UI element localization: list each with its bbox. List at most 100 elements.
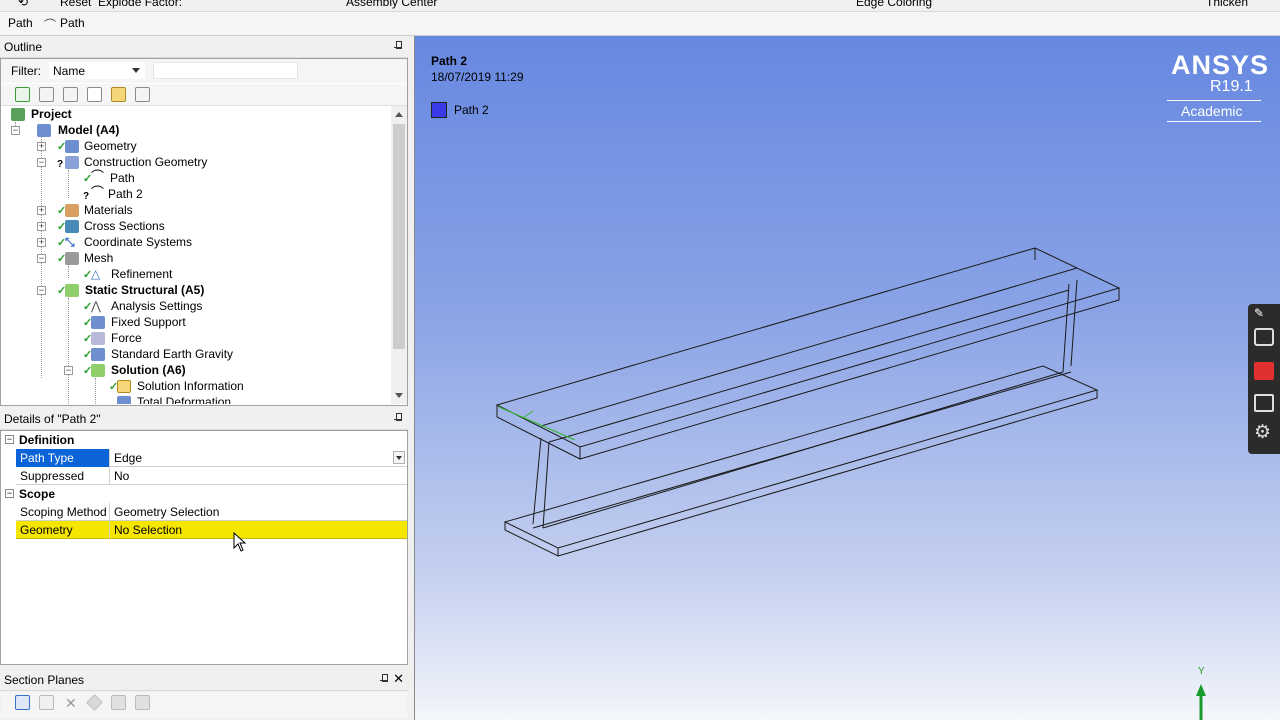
camera-icon[interactable]	[1254, 328, 1274, 346]
cross-sections-icon	[65, 220, 79, 233]
collapse-icon[interactable]: −	[37, 158, 46, 167]
pin-icon[interactable]	[380, 674, 388, 684]
tree-label: Fixed Support	[111, 315, 186, 329]
expand-icon[interactable]: +	[37, 238, 46, 247]
fixed-support-icon	[91, 316, 105, 329]
project-icon	[11, 108, 25, 121]
edge-coloring-button[interactable]: Edge Coloring	[856, 0, 932, 9]
row-geometry[interactable]: Geometry No Selection	[16, 521, 407, 539]
collapse-icon[interactable]: −	[5, 435, 14, 444]
expand-icon[interactable]: +	[37, 142, 46, 151]
geometry-value[interactable]: No Selection	[110, 521, 407, 539]
delete-icon[interactable]: ✕	[65, 695, 77, 712]
path-toolbar: Path ⌒ Path	[0, 12, 1280, 36]
pin-icon[interactable]	[394, 413, 402, 423]
scroll-up-icon[interactable]	[395, 112, 403, 117]
tree-label: Cross Sections	[84, 219, 165, 233]
expand-icon[interactable]: +	[37, 222, 46, 231]
tree-label: Analysis Settings	[111, 299, 203, 313]
details-panel-title: Details of "Path 2"	[0, 408, 408, 430]
tree-label: Path 2	[108, 187, 143, 201]
folder-icon[interactable]	[111, 87, 126, 102]
expand-tree-icon[interactable]	[63, 87, 78, 102]
close-icon[interactable]: ✕	[393, 671, 404, 687]
tree-scrollbar[interactable]	[391, 106, 407, 404]
filter-select[interactable]: Name	[49, 62, 145, 79]
show-elements-icon[interactable]	[111, 695, 126, 710]
filter-input[interactable]	[153, 62, 298, 79]
suppressed-value[interactable]: No	[110, 467, 407, 485]
assembly-center-select[interactable]: Assembly Center	[346, 0, 437, 9]
show-plane-icon[interactable]	[86, 694, 103, 711]
outline-panel-title: Outline	[0, 36, 408, 58]
path-curve-icon[interactable]: ⌒	[44, 16, 56, 33]
viewport-side-toolbar: ✎ ⚙	[1248, 304, 1280, 454]
row-scoping-method[interactable]: Scoping Method Geometry Selection	[16, 503, 407, 521]
collapse-icon[interactable]: −	[5, 489, 14, 498]
tree-label: Mesh	[84, 251, 114, 265]
geometry-icon	[65, 140, 79, 153]
new-section-plane-icon[interactable]	[15, 695, 30, 710]
axes-icon: ⤡	[65, 235, 75, 249]
tree-label: Coordinate Systems	[84, 235, 193, 249]
sort-icon[interactable]	[135, 87, 150, 102]
group-definition[interactable]: − Definition	[1, 431, 407, 449]
details-panel: − Definition Path Type Edge Suppressed N…	[0, 430, 408, 665]
reset-icon[interactable]: ⟲	[18, 0, 28, 9]
mesh-icon	[65, 252, 79, 265]
force-icon	[91, 332, 105, 345]
group-scope[interactable]: − Scope	[1, 485, 407, 503]
expand-icon[interactable]: +	[37, 206, 46, 215]
main-toolbar: ⟲ Reset Explode Factor: Assembly Center …	[0, 0, 1280, 12]
pin-icon[interactable]	[394, 41, 402, 51]
path-type-select[interactable]: Edge	[110, 449, 407, 467]
gravity-icon	[91, 348, 105, 361]
refresh-icon[interactable]	[15, 87, 30, 102]
path-toolbar-item-2[interactable]: Path	[60, 16, 85, 30]
tree-toolbar	[1, 84, 407, 106]
i-beam-model[interactable]	[415, 36, 1280, 720]
tree-label: Geometry	[84, 139, 137, 153]
record-video-icon[interactable]	[1254, 362, 1274, 380]
axis-triad-icon	[1196, 684, 1206, 720]
thicken-button[interactable]: Thicken	[1206, 0, 1248, 9]
reset-button[interactable]: Reset	[60, 0, 91, 9]
capping-icon[interactable]	[135, 695, 150, 710]
deformation-icon	[117, 396, 131, 404]
tree-label: Model (A4)	[58, 123, 120, 137]
collapse-icon[interactable]: −	[37, 254, 46, 263]
tree-label: Project	[31, 107, 72, 121]
analysis-settings-icon: ⋀	[91, 299, 101, 313]
collapse-icon[interactable]: −	[64, 366, 73, 375]
static-structural-icon	[65, 284, 79, 297]
collapse-plus-icon[interactable]	[87, 87, 102, 102]
scroll-thumb[interactable]	[393, 124, 405, 349]
path-toolbar-item[interactable]: Path	[8, 16, 33, 30]
suppressed-label: Suppressed	[16, 467, 110, 485]
suppress-icon[interactable]	[39, 87, 54, 102]
gear-icon[interactable]: ⚙	[1254, 423, 1274, 442]
chevron-down-icon	[132, 68, 140, 73]
tree-label: Materials	[84, 203, 133, 217]
image-gallery-icon[interactable]	[1254, 394, 1274, 412]
scroll-down-icon[interactable]	[395, 393, 403, 398]
section-planes-title: Section Planes ✕	[0, 669, 408, 691]
materials-icon	[65, 204, 79, 217]
section-planes-label: Section Planes	[4, 673, 85, 687]
collapse-icon[interactable]: −	[11, 126, 20, 135]
scoping-method-value[interactable]: Geometry Selection	[110, 503, 407, 521]
scoping-method-label: Scoping Method	[16, 503, 110, 521]
pin-icon[interactable]: ✎	[1254, 306, 1274, 324]
row-suppressed[interactable]: Suppressed No	[16, 467, 407, 485]
edit-section-icon[interactable]	[39, 695, 54, 710]
axis-y-label: Y	[1198, 666, 1205, 677]
section-planes-toolbar: ✕	[1, 692, 407, 718]
details-title: Details of "Path 2"	[4, 412, 101, 426]
tree-label: Path	[110, 171, 135, 185]
tree-label: Refinement	[111, 267, 173, 281]
dropdown-button[interactable]	[393, 451, 405, 464]
collapse-icon[interactable]: −	[37, 286, 46, 295]
graphics-viewport[interactable]: Path 2 18/07/2019 11:29 Path 2 ANSYS R19…	[414, 36, 1280, 720]
row-path-type[interactable]: Path Type Edge	[16, 449, 407, 467]
tree-label: Solution (A6)	[111, 363, 186, 377]
